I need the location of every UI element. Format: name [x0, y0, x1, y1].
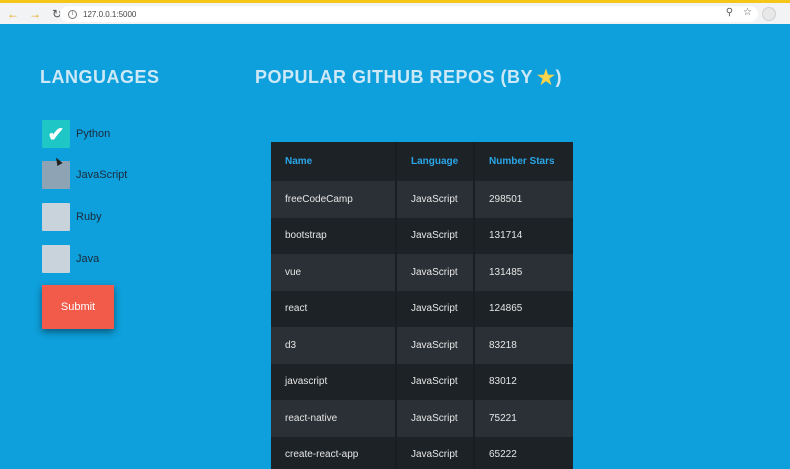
table-row: bootstrap JavaScript 131714	[271, 217, 573, 254]
info-icon[interactable]: i	[68, 9, 77, 19]
javascript-label: JavaScript	[76, 169, 128, 181]
repo-stars: 131485	[473, 254, 573, 291]
column-header-language: Language	[395, 142, 474, 181]
table-header-row: Name Language Number Stars	[271, 142, 573, 181]
forward-icon[interactable]: →	[26, 5, 44, 23]
table-row: d3 JavaScript 83218	[271, 327, 573, 364]
back-icon[interactable]: ←	[4, 5, 22, 23]
bookmark-star-icon[interactable]: ☆	[743, 7, 752, 18]
table-row: javascript JavaScript 83012	[271, 363, 573, 400]
java-label: Java	[76, 253, 100, 265]
python-checkbox[interactable]: ✔	[42, 120, 70, 148]
language-option-javascript[interactable]: JavaScript	[42, 161, 127, 189]
repo-stars: 131714	[473, 217, 573, 254]
browser-toolbar: ← → ↻ i 127.0.0.1:5000 ⚲ ☆	[0, 0, 790, 24]
repo-name: react-native	[271, 400, 396, 437]
language-option-ruby[interactable]: Ruby	[42, 203, 102, 231]
repo-language: JavaScript	[395, 254, 474, 291]
repo-stars: 298501	[473, 181, 573, 218]
repo-stars: 124865	[473, 290, 573, 327]
table-row: create-react-app JavaScript 65222	[271, 436, 573, 469]
checkmark-icon: ✔	[47, 123, 65, 146]
repo-language: JavaScript	[395, 290, 474, 327]
java-checkbox[interactable]	[42, 245, 70, 273]
repo-language: JavaScript	[395, 327, 474, 364]
repo-language: JavaScript	[395, 400, 474, 437]
repo-stars: 65222	[473, 436, 573, 469]
table-row: freeCodeCamp JavaScript 298501	[271, 181, 573, 218]
repo-name: javascript	[271, 363, 396, 400]
repo-name: freeCodeCamp	[271, 181, 396, 218]
repo-language: JavaScript	[395, 181, 474, 218]
repo-language: JavaScript	[395, 436, 474, 469]
address-bar[interactable]: i 127.0.0.1:5000 ⚲ ☆	[60, 6, 758, 22]
repo-stars: 83012	[473, 363, 573, 400]
column-header-stars: Number Stars	[473, 142, 573, 181]
star-icon: ★	[537, 66, 556, 89]
language-option-java[interactable]: Java	[42, 245, 99, 273]
repo-name: d3	[271, 327, 396, 364]
repo-stars: 83218	[473, 327, 573, 364]
zoom-icon[interactable]: ⚲	[726, 7, 733, 18]
page-title-end: )	[555, 67, 562, 87]
column-header-name: Name	[271, 142, 396, 181]
ruby-checkbox[interactable]	[42, 203, 70, 231]
repo-language: JavaScript	[395, 217, 474, 254]
repo-stars: 75221	[473, 400, 573, 437]
repo-name: create-react-app	[271, 436, 396, 469]
languages-heading: LANGUAGES	[40, 67, 160, 87]
repo-name: bootstrap	[271, 217, 396, 254]
language-option-python[interactable]: ✔ Python	[42, 120, 110, 148]
profile-avatar[interactable]	[762, 7, 776, 21]
page-title: POPULAR GITHUB REPOS (BY ★ )	[255, 67, 562, 88]
repo-language: JavaScript	[395, 363, 474, 400]
repo-name: react	[271, 290, 396, 327]
repos-table: Name Language Number Stars freeCodeCamp …	[271, 142, 573, 469]
table-row: react-native JavaScript 75221	[271, 400, 573, 437]
submit-button[interactable]: Submit	[42, 285, 114, 329]
url-text: 127.0.0.1:5000	[83, 9, 137, 19]
ruby-label: Ruby	[76, 211, 102, 223]
table-row: vue JavaScript 131485	[271, 254, 573, 291]
table-row: react JavaScript 124865	[271, 290, 573, 327]
python-label: Python	[76, 128, 111, 140]
repo-name: vue	[271, 254, 396, 291]
page-title-text: POPULAR GITHUB REPOS (BY	[255, 67, 534, 87]
